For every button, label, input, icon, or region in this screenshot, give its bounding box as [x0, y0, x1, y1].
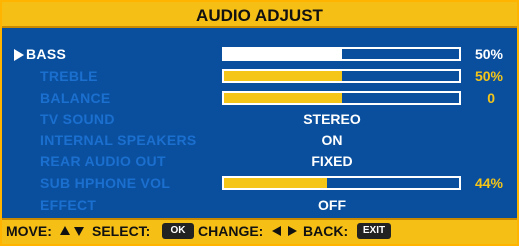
- change-hint-label: CHANGE:: [198, 223, 264, 239]
- down-arrow-icon: [74, 227, 84, 236]
- treble-slider-fill: [224, 71, 342, 81]
- menu-item-effect[interactable]: EFFECT OFF: [2, 194, 517, 216]
- menu-item-label: REAR AUDIO OUT: [40, 153, 166, 169]
- sub-hphone-vol-slider[interactable]: [222, 176, 461, 190]
- left-arrow-icon: [272, 226, 281, 236]
- balance-slider[interactable]: [222, 91, 461, 105]
- treble-slider[interactable]: [222, 69, 461, 83]
- treble-value: 50%: [474, 68, 503, 84]
- balance-value: 0: [487, 90, 495, 106]
- menu-item-label: EFFECT: [40, 197, 97, 213]
- bass-value: 50%: [474, 46, 503, 62]
- sub-hphone-vol-slider-fill: [224, 178, 328, 188]
- tv-sound-value: STEREO: [303, 111, 361, 127]
- menu-item-tv-sound[interactable]: TV SOUND STEREO: [2, 108, 517, 130]
- back-hint-label: BACK:: [303, 223, 349, 239]
- ok-key-icon: OK: [162, 223, 194, 239]
- menu-item-label: TREBLE: [40, 68, 98, 84]
- menu-item-balance[interactable]: BALANCE 0: [2, 87, 517, 109]
- exit-key-icon: EXIT: [357, 223, 391, 239]
- internal-speakers-value: ON: [321, 132, 343, 148]
- menu-item-rear-audio-out[interactable]: REAR AUDIO OUT FIXED: [2, 150, 517, 172]
- menu-item-internal-speakers[interactable]: INTERNAL SPEAKERS ON: [2, 129, 517, 151]
- rear-audio-out-value: FIXED: [311, 153, 353, 169]
- menu-item-bass[interactable]: BASS 50%: [2, 43, 517, 65]
- move-hint-label: MOVE:: [6, 223, 52, 239]
- bass-slider-fill: [224, 49, 342, 59]
- menu-item-label: SUB HPHONE VOL: [40, 175, 171, 191]
- balance-slider-fill: [224, 93, 342, 103]
- sub-hphone-vol-value: 44%: [474, 175, 503, 191]
- bass-slider[interactable]: [222, 47, 461, 61]
- menu-title: AUDIO ADJUST: [2, 2, 517, 28]
- right-arrow-icon: [288, 226, 297, 236]
- effect-value: OFF: [318, 197, 346, 213]
- menu-item-label: BALANCE: [40, 90, 111, 106]
- up-arrow-icon: [60, 226, 70, 235]
- audio-adjust-menu: AUDIO ADJUST BASS 50% TREBLE 50% BALANCE…: [0, 0, 519, 246]
- selection-cursor-icon: [14, 49, 24, 61]
- menu-item-treble[interactable]: TREBLE 50%: [2, 65, 517, 87]
- menu-item-sub-hphone-vol[interactable]: SUB HPHONE VOL 44%: [2, 172, 517, 194]
- select-hint-label: SELECT:: [92, 223, 151, 239]
- menu-item-label: BASS: [26, 46, 67, 62]
- menu-item-label: INTERNAL SPEAKERS: [40, 132, 197, 148]
- button-hints-bar: MOVE: SELECT: OK CHANGE: BACK: EXIT: [2, 218, 517, 244]
- menu-item-label: TV SOUND: [40, 111, 115, 127]
